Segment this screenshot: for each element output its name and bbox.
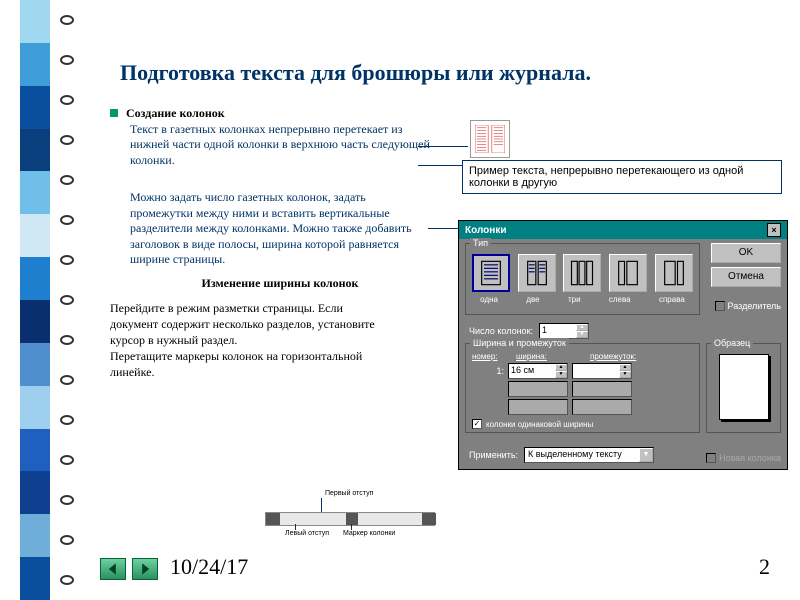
columns-preview-icon xyxy=(470,120,510,158)
type-group: Тип одна две три слева справа xyxy=(465,243,700,315)
decorative-color-strip xyxy=(20,0,50,600)
arrow-line xyxy=(418,146,468,147)
row-num: 1: xyxy=(472,366,504,376)
width-group-label: Ширина и промежуток xyxy=(470,338,569,348)
new-column-checkbox: Новая колонка xyxy=(706,453,781,463)
num-columns-label: Число колонок: xyxy=(469,326,533,336)
sample-label: Образец xyxy=(711,338,753,348)
spiral-binding xyxy=(60,0,74,600)
ruler-figure: Первый отступ Левый отступ Маркер колонк… xyxy=(265,490,435,540)
col-header-gap: промежуток: xyxy=(590,352,660,361)
equal-width-label: колонки одинаковой ширины xyxy=(486,420,593,429)
sample-page-icon xyxy=(719,354,769,420)
type-one-button[interactable] xyxy=(472,254,510,292)
chevron-down-icon[interactable]: ▼ xyxy=(639,448,653,462)
spin-down-icon[interactable]: ▼ xyxy=(576,331,588,338)
spin-up-icon[interactable]: ▲ xyxy=(576,324,588,331)
divider-label: Разделитель xyxy=(728,301,781,311)
cancel-button[interactable]: Отмена xyxy=(711,267,781,287)
ruler-label-left: Левый отступ xyxy=(285,530,329,537)
type-three-button[interactable] xyxy=(563,254,601,292)
type-group-label: Тип xyxy=(470,238,491,248)
num-columns-value: 1 xyxy=(540,324,576,338)
width-spinner[interactable]: 16 см▲▼ xyxy=(508,363,568,379)
bullet-heading: Создание колонок xyxy=(126,106,225,122)
gap-spinner[interactable]: ▲▼ xyxy=(572,363,632,379)
dialog-title-text: Колонки xyxy=(465,225,506,236)
footer-page-number: 2 xyxy=(759,554,770,580)
ruler-label-marker: Маркер колонки xyxy=(343,530,395,537)
type-two-button[interactable] xyxy=(518,254,556,292)
ruler-label-first: Первый отступ xyxy=(325,490,373,497)
dialog-titlebar: Колонки × xyxy=(459,221,787,239)
type-caption: одна xyxy=(480,295,498,304)
type-caption: справа xyxy=(659,295,685,304)
type-right-button[interactable] xyxy=(655,254,693,292)
type-caption: три xyxy=(568,295,581,304)
width-value: 16 см xyxy=(509,364,555,378)
bullet-icon xyxy=(110,109,118,117)
subheading: Изменение ширины колонок xyxy=(130,276,430,292)
apply-label: Применить: xyxy=(469,450,518,460)
width-gap-group: Ширина и промежуток номер:ширина:промежу… xyxy=(465,343,700,433)
divider-checkbox[interactable]: Разделитель xyxy=(715,301,781,311)
next-slide-button[interactable] xyxy=(132,558,158,580)
apply-value: К выделенному тексту xyxy=(525,448,639,462)
paragraph-1: Текст в газетных колонках непрерывно пер… xyxy=(130,122,430,169)
paragraph-2: Можно задать число газетных колонок, зад… xyxy=(130,190,430,268)
footer-date: 10/24/17 xyxy=(170,554,248,580)
slide-title: Подготовка текста для брошюры или журнал… xyxy=(120,60,780,86)
num-columns-spinner[interactable]: 1▲▼ xyxy=(539,323,589,339)
type-caption: слева xyxy=(609,295,631,304)
callout-box: Пример текста, непрерывно перетекающего … xyxy=(462,160,782,194)
sample-group: Образец xyxy=(706,343,781,433)
type-left-button[interactable] xyxy=(609,254,647,292)
prev-slide-button[interactable] xyxy=(100,558,126,580)
arrow-line xyxy=(418,165,462,166)
col-header-width: ширина: xyxy=(516,352,586,361)
paragraph-3: Перейдите в режим разметки страницы. Есл… xyxy=(110,300,390,381)
columns-dialog: Колонки × Тип одна две три слева спра xyxy=(458,220,788,470)
equal-width-checkbox[interactable]: ✓колонки одинаковой ширины xyxy=(472,419,693,429)
ok-button[interactable]: OK xyxy=(711,243,781,263)
close-icon[interactable]: × xyxy=(767,223,781,237)
new-column-label: Новая колонка xyxy=(719,453,781,463)
col-header-num: номер: xyxy=(472,352,512,361)
apply-combo[interactable]: К выделенному тексту▼ xyxy=(524,447,654,463)
type-caption: две xyxy=(526,295,539,304)
